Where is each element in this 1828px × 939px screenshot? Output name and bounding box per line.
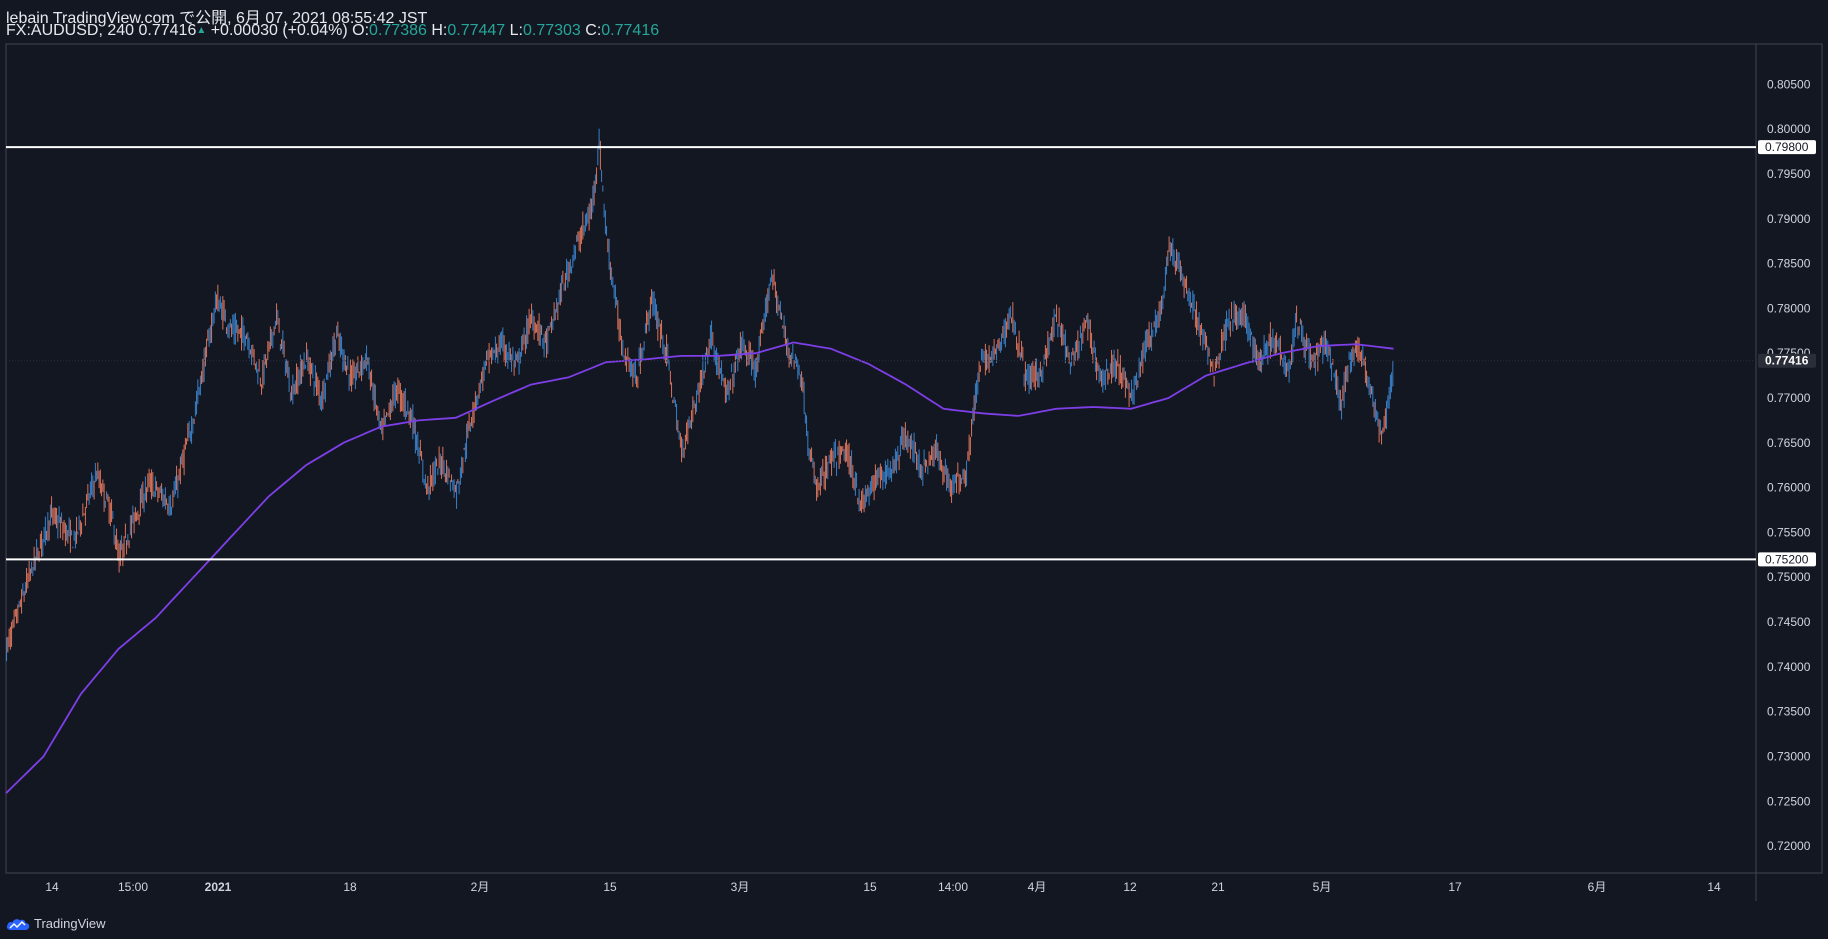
time-tick-label: 14 (45, 880, 59, 894)
price-tick-label: 0.80000 (1767, 122, 1811, 136)
time-tick-label: 6月 (1588, 880, 1607, 894)
time-tick-label: 2月 (471, 880, 490, 894)
time-tick-label: 15 (603, 880, 617, 894)
price-tick-label: 0.80500 (1767, 77, 1811, 91)
price-chart[interactable]: 0.72000 0.72500 0.73000 0.73500 0.74000 0.745… (0, 0, 1828, 939)
price-tick-label: 0.74500 (1767, 615, 1811, 629)
price-tick-label: 0.77000 (1767, 391, 1811, 405)
price-tick-label: 0.79500 (1767, 167, 1811, 181)
time-tick-label: 4月 (1028, 880, 1047, 894)
last-price-label: 0.77416 (1765, 354, 1809, 368)
price-tick-label: 0.73500 (1767, 705, 1811, 719)
time-tick-label: 15:00 (118, 880, 148, 894)
price-tick-label: 0.72500 (1767, 794, 1811, 808)
brand-label: TradingView (34, 916, 106, 931)
time-tick-label: 15 (863, 880, 877, 894)
price-tick-label: 0.78000 (1767, 301, 1811, 315)
tradingview-cloud-icon (6, 918, 30, 930)
time-tick-label: 3月 (731, 880, 750, 894)
time-tick-label: 14:00 (938, 880, 968, 894)
level-price-label: 0.75200 (1765, 552, 1809, 566)
price-tick-label: 0.75500 (1767, 525, 1811, 539)
time-tick-label: 18 (343, 880, 357, 894)
tradingview-brand[interactable]: TradingView (6, 916, 106, 931)
price-tick-label: 0.79000 (1767, 212, 1811, 226)
time-tick-label: 17 (1448, 880, 1462, 894)
price-tick-label: 0.75000 (1767, 570, 1811, 584)
time-tick-label: 21 (1211, 880, 1225, 894)
time-tick-label: 12 (1123, 880, 1137, 894)
price-tick-label: 0.76500 (1767, 436, 1811, 450)
time-tick-label: 14 (1707, 880, 1721, 894)
price-tick-label: 0.76000 (1767, 481, 1811, 495)
price-tick-label: 0.74000 (1767, 660, 1811, 674)
time-tick-label: 5月 (1313, 880, 1332, 894)
price-tick-label: 0.73000 (1767, 749, 1811, 763)
price-tick-label: 0.78500 (1767, 257, 1811, 271)
time-tick-label: 2021 (205, 880, 232, 894)
moving-average-line (5, 341, 1394, 794)
price-tick-label: 0.72000 (1767, 839, 1811, 853)
level-price-label: 0.79800 (1765, 140, 1809, 154)
